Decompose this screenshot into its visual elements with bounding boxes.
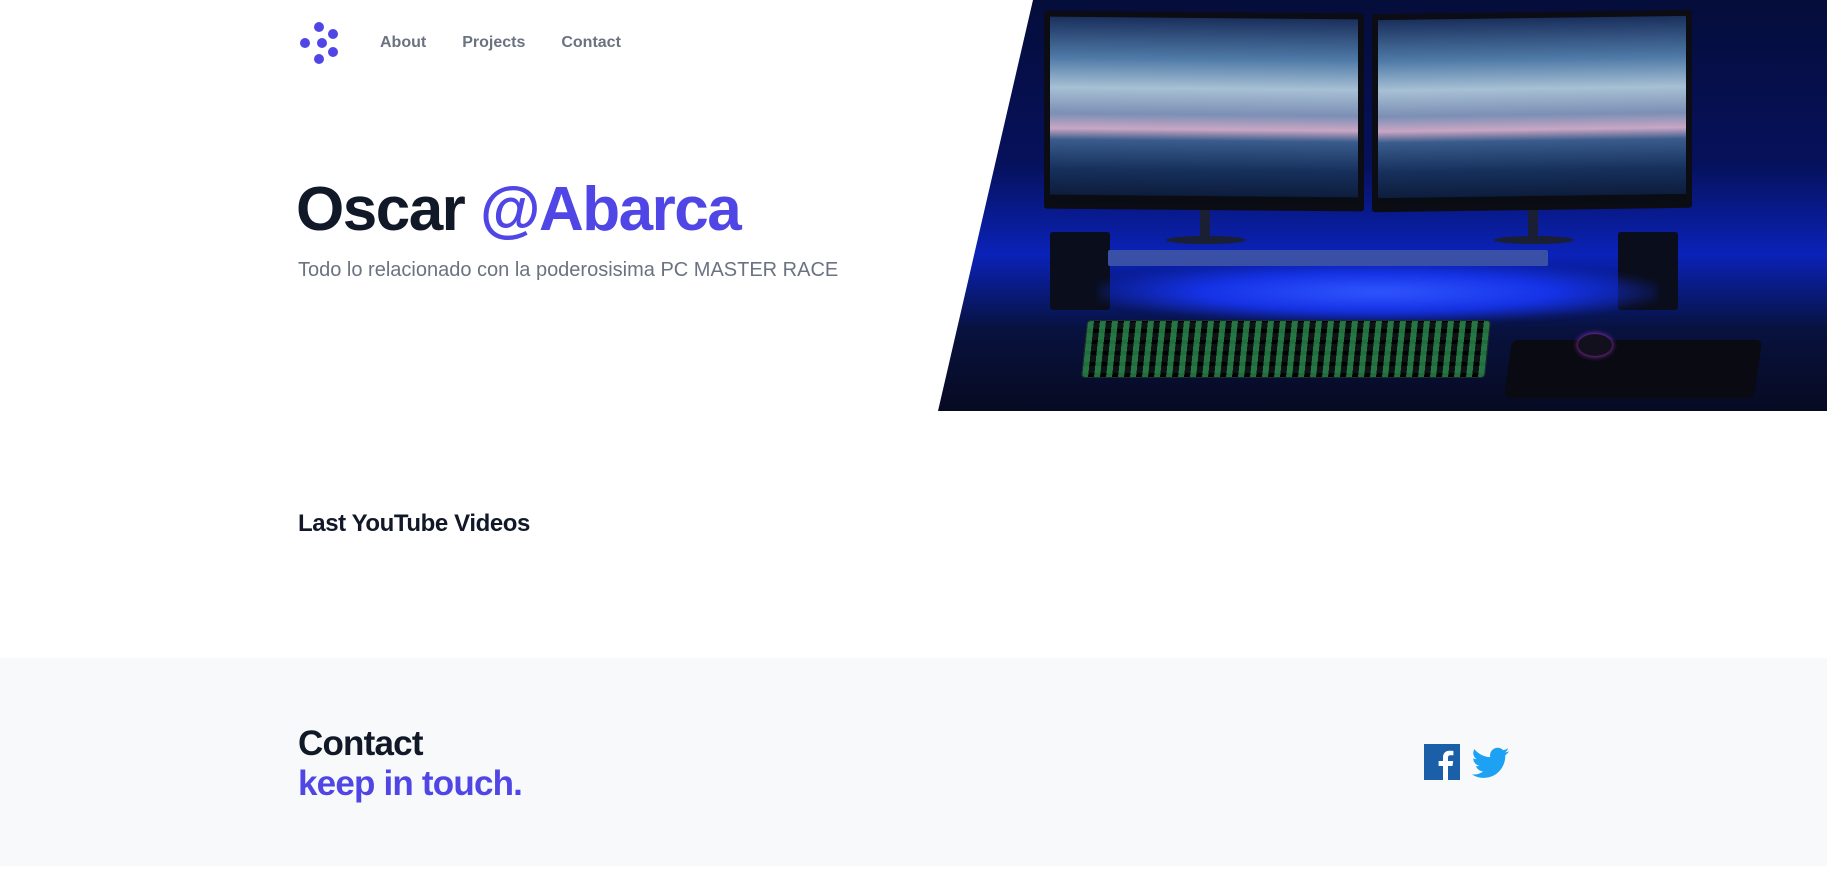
left-monitor-base bbox=[1166, 236, 1246, 244]
left-monitor-taskbar bbox=[1050, 194, 1358, 206]
contact-subtitle: keep in touch. bbox=[298, 764, 523, 803]
facebook-link[interactable] bbox=[1424, 744, 1460, 780]
left-monitor bbox=[1044, 10, 1364, 212]
nav-link-about[interactable]: About bbox=[380, 22, 426, 64]
twitter-icon bbox=[1471, 747, 1510, 778]
hero-image bbox=[938, 0, 1827, 411]
keyboard bbox=[1080, 320, 1492, 378]
right-monitor-screen bbox=[1378, 15, 1686, 207]
nav-link-contact[interactable]: Contact bbox=[561, 22, 621, 64]
main-nav: About Projects Contact bbox=[298, 22, 657, 64]
right-monitor-base bbox=[1494, 236, 1574, 244]
right-monitor bbox=[1372, 9, 1692, 213]
twitter-link[interactable] bbox=[1471, 744, 1510, 780]
hero-subtitle: Todo lo relacionado con la poderosisima … bbox=[298, 259, 839, 281]
contact-section bbox=[0, 658, 1827, 866]
logo-link[interactable] bbox=[298, 22, 380, 64]
videos-heading: Last YouTube Videos bbox=[298, 510, 531, 537]
hero-title-name: Oscar bbox=[296, 175, 481, 244]
mousepad bbox=[1503, 340, 1763, 398]
facebook-icon bbox=[1424, 744, 1460, 780]
dots-chevron-logo-icon bbox=[300, 22, 338, 64]
hero-title: Oscar @Abarca bbox=[296, 172, 742, 248]
social-links bbox=[1424, 744, 1510, 780]
desk-led-glow bbox=[1098, 262, 1658, 322]
contact-title: Contact bbox=[298, 724, 423, 763]
nav-link-projects[interactable]: Projects bbox=[462, 22, 525, 64]
monitor-shelf bbox=[1108, 250, 1548, 266]
mouse bbox=[1578, 334, 1612, 356]
hero-title-handle: @Abarca bbox=[480, 175, 742, 244]
left-monitor-screen bbox=[1050, 16, 1358, 206]
